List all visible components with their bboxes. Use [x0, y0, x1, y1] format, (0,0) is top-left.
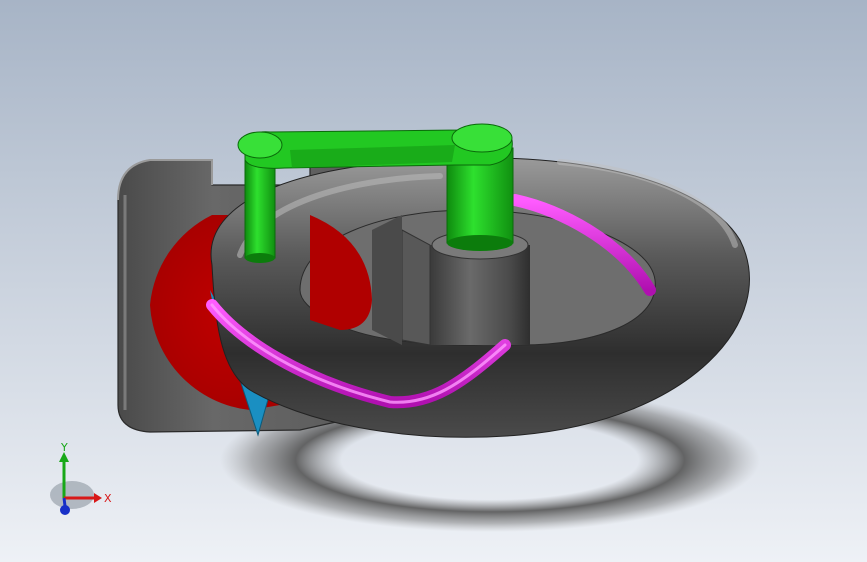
graphics-viewport[interactable]: Y X	[0, 0, 867, 562]
z-axis-ball	[60, 505, 70, 515]
x-axis-arrow	[94, 493, 102, 503]
y-axis-label: Y	[60, 441, 68, 454]
coordinate-triad: Y X	[44, 440, 124, 530]
model-scene[interactable]	[0, 0, 867, 562]
x-axis-label: X	[104, 492, 112, 505]
z-axis-line	[62, 497, 67, 507]
triad-base	[50, 481, 94, 509]
